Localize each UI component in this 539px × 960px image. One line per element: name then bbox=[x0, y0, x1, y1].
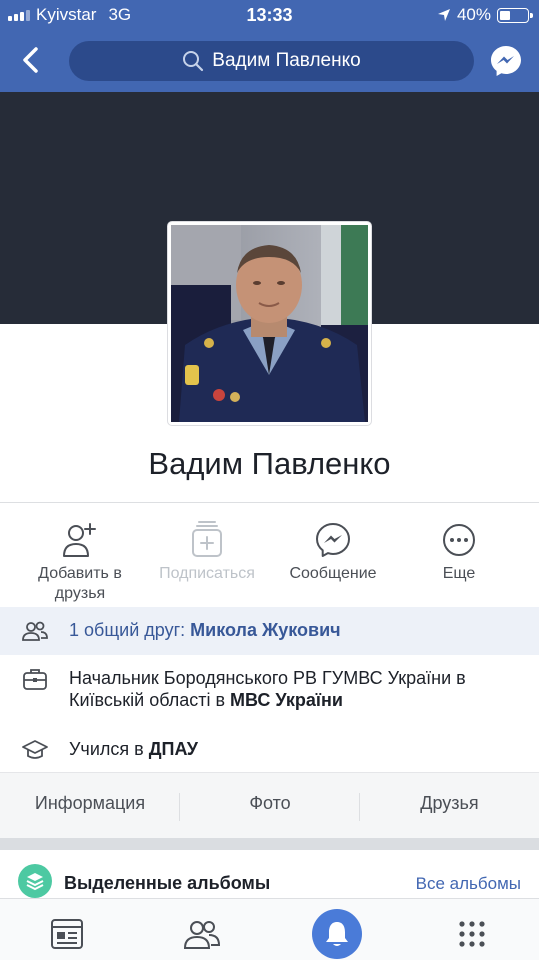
menu-grid-icon bbox=[459, 921, 485, 947]
chevron-left-icon[interactable] bbox=[16, 44, 46, 76]
friends-tab[interactable] bbox=[177, 909, 227, 959]
search-field[interactable]: Вадим Павленко bbox=[69, 41, 474, 81]
work-org-link[interactable]: МВС України bbox=[230, 690, 343, 710]
location-arrow-icon bbox=[437, 9, 450, 21]
status-bar: Kyivstar 3G 13:33 40% bbox=[0, 0, 539, 30]
albums-title: Выделенные альбомы bbox=[64, 873, 271, 893]
battery-icon bbox=[497, 7, 533, 23]
battery-percent: 40% bbox=[456, 5, 491, 24]
albums-icon bbox=[18, 864, 52, 898]
add-friend-button[interactable]: Добавить в друзья bbox=[15, 518, 145, 604]
message-button[interactable]: Сообщение bbox=[268, 518, 398, 584]
more-button[interactable]: Еще bbox=[394, 518, 524, 584]
mutual-prefix: 1 общий друг: bbox=[69, 620, 191, 640]
news-feed-icon bbox=[51, 919, 83, 949]
more-icon bbox=[443, 524, 475, 556]
profile-actions: Добавить в друзья Подписаться Сообщение bbox=[0, 518, 539, 604]
search-text: Вадим Павленко bbox=[212, 50, 361, 71]
follow-label: Подписаться bbox=[159, 565, 255, 582]
messenger-icon bbox=[316, 523, 350, 557]
graduation-cap-icon bbox=[22, 740, 48, 759]
follow-icon bbox=[192, 521, 222, 557]
education-school-link[interactable]: ДПАУ bbox=[149, 739, 198, 759]
more-label: Еще bbox=[442, 565, 476, 582]
featured-albums-header: Выделенные альбомы Все альбомы bbox=[0, 850, 539, 900]
all-albums-link[interactable]: Все альбомы bbox=[416, 874, 521, 894]
message-label: Сообщение bbox=[289, 565, 377, 582]
bottom-tab-bar bbox=[0, 898, 539, 960]
profile-picture[interactable] bbox=[168, 222, 371, 425]
briefcase-icon bbox=[23, 669, 47, 690]
add-friend-label: Добавить в друзья bbox=[38, 565, 122, 602]
search-icon bbox=[183, 51, 204, 72]
follow-button[interactable]: Подписаться bbox=[142, 518, 272, 584]
notifications-tab[interactable] bbox=[312, 909, 362, 959]
divider bbox=[0, 502, 539, 503]
profile-name: Вадим Павленко bbox=[148, 446, 391, 481]
messenger-icon[interactable] bbox=[489, 44, 523, 78]
notifications-bell-icon bbox=[326, 922, 348, 946]
friends-icon bbox=[183, 921, 221, 949]
add-friend-icon bbox=[63, 523, 96, 557]
section-gap bbox=[0, 838, 539, 850]
menu-tab[interactable] bbox=[447, 909, 497, 959]
education-prefix: Учился в bbox=[69, 739, 149, 759]
tab-info[interactable]: Информация bbox=[0, 793, 180, 814]
top-bar: Kyivstar 3G 13:33 40% Вадим Павленко bbox=[0, 0, 539, 92]
mutual-friends-row[interactable]: 1 общий друг: Микола Жукович bbox=[0, 607, 539, 655]
tab-friends[interactable]: Друзья bbox=[360, 793, 539, 814]
profile-tabs: Информация Фото Друзья bbox=[0, 772, 539, 838]
tab-photos[interactable]: Фото bbox=[180, 793, 360, 814]
friends-icon bbox=[22, 621, 48, 641]
profile-photo-image bbox=[171, 225, 368, 422]
mutual-friend-link[interactable]: Микола Жукович bbox=[190, 620, 340, 640]
news-feed-tab[interactable] bbox=[42, 909, 92, 959]
